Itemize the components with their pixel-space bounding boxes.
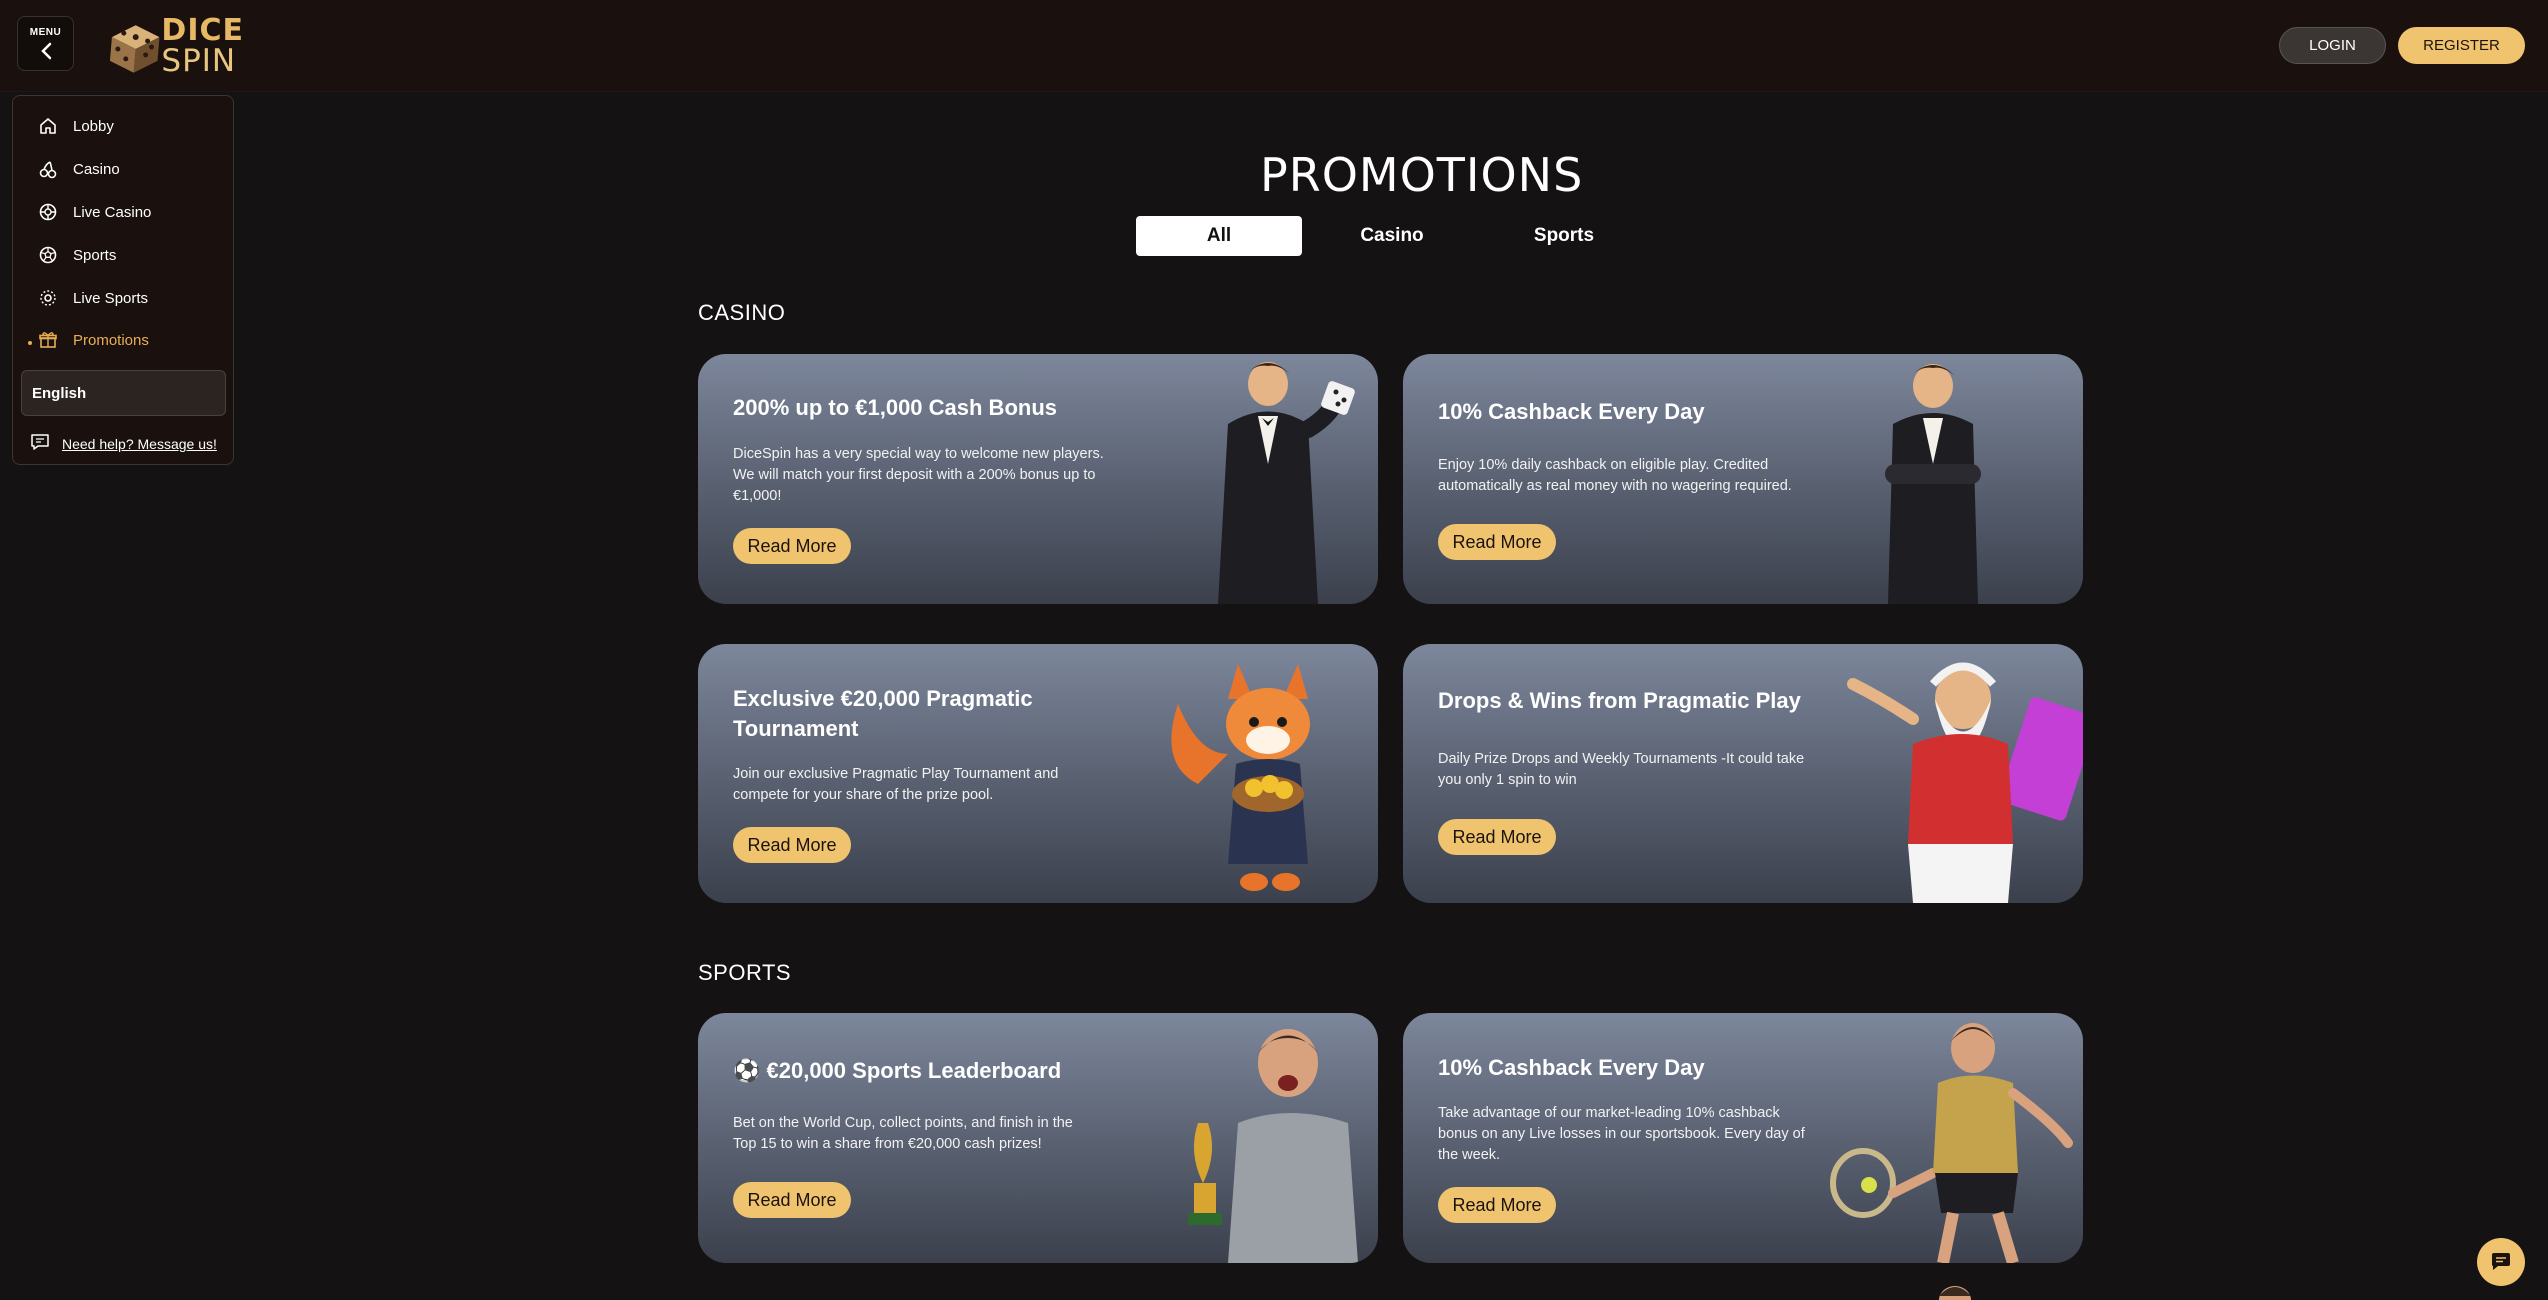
- menu-toggle-button[interactable]: MENU: [17, 16, 74, 71]
- read-more-button[interactable]: Read More: [1438, 819, 1556, 855]
- mascot-gentleman-arms-crossed-image: [1885, 364, 1981, 604]
- sidebar-item-live-casino[interactable]: Live Casino: [37, 196, 151, 228]
- cherries-icon: [37, 158, 59, 180]
- sidebar-item-casino[interactable]: Casino: [37, 153, 120, 185]
- promo-card: 10% Cashback Every Day Take advantage of…: [1403, 1013, 2083, 1263]
- tab-all[interactable]: All: [1136, 216, 1302, 256]
- chevron-left-icon: [40, 42, 51, 60]
- gift-icon: [37, 329, 59, 351]
- promo-description: DiceSpin has a very special way to welco…: [733, 446, 1104, 504]
- fox-mascot-gold-eggs-image: [1171, 664, 1310, 891]
- page-title: PROMOTIONS: [1260, 148, 1584, 202]
- language-select[interactable]: English: [21, 370, 226, 416]
- read-more-button[interactable]: Read More: [733, 1182, 851, 1218]
- promo-description: Join our exclusive Pragmatic Play Tourna…: [733, 766, 1059, 803]
- promo-title: Exclusive €20,000 Pragmatic Tournament: [733, 686, 1033, 741]
- promo-card: 200% up to €1,000 Cash Bonus DiceSpin ha…: [698, 354, 1378, 604]
- sidebar-menu: Lobby Casino Live Casino Sports Live Spo…: [12, 95, 234, 465]
- promo-description: Take advantage of our market-leading 10%…: [1438, 1105, 1805, 1163]
- active-indicator-dot: [28, 341, 32, 345]
- logo-text-spin: SPIN: [161, 42, 237, 79]
- section-title-casino: CASINO: [698, 300, 786, 325]
- promo-title: Drops & Wins from Pragmatic Play: [1438, 688, 1801, 713]
- promo-description: Daily Prize Drops and Weekly Tournaments…: [1438, 751, 1805, 788]
- menu-label: MENU: [29, 27, 62, 38]
- promo-title: 200% up to €1,000 Cash Bonus: [733, 395, 1057, 420]
- read-more-button[interactable]: Read More: [733, 528, 851, 564]
- tab-sports[interactable]: Sports: [1481, 216, 1647, 256]
- promo-title: 10% Cashback Every Day: [1438, 1055, 1705, 1080]
- register-button[interactable]: REGISTER: [2398, 27, 2525, 64]
- next-card-peek-image: [1939, 1286, 1971, 1300]
- help-label: Need help? Message us!: [62, 436, 217, 452]
- home-icon: [37, 115, 59, 137]
- sidebar-item-label: Promotions: [73, 331, 149, 349]
- promo-description: Bet on the World Cup, collect points, an…: [733, 1115, 1073, 1152]
- zeus-mascot-image: [1847, 662, 2083, 903]
- read-more-button[interactable]: Read More: [1438, 1187, 1556, 1223]
- sidebar-item-promotions[interactable]: Promotions: [37, 324, 149, 356]
- login-button[interactable]: LOGIN: [2279, 27, 2386, 64]
- promo-card: Exclusive €20,000 Pragmatic Tournament J…: [698, 644, 1378, 903]
- football-fan-trophy-image: [1188, 1029, 1358, 1263]
- soccer-ball-icon: [37, 244, 59, 266]
- promo-card: ⚽ €20,000 Sports Leaderboard Bet on the …: [698, 1013, 1378, 1263]
- sidebar-item-label: Live Casino: [73, 203, 152, 221]
- promo-card: Drops & Wins from Pragmatic Play Daily P…: [1403, 644, 2083, 903]
- sidebar-item-label: Sports: [73, 246, 117, 264]
- promo-description: Enjoy 10% daily cashback on eligible pla…: [1438, 457, 1792, 494]
- sidebar-item-label: Casino: [73, 160, 120, 178]
- sidebar-item-lobby[interactable]: Lobby: [37, 110, 114, 142]
- tab-casino[interactable]: Casino: [1309, 216, 1475, 256]
- tennis-player-mascot-image: [1830, 1023, 2073, 1263]
- sidebar-item-label: Live Sports: [73, 289, 149, 307]
- top-header: MENU DICE SPIN LOGIN REGISTER: [0, 0, 2548, 92]
- promo-title: ⚽ €20,000 Sports Leaderboard: [733, 1058, 1062, 1083]
- live-signal-icon: [37, 287, 59, 309]
- live-chat-button[interactable]: [2477, 1238, 2525, 1286]
- sidebar-item-live-sports[interactable]: Live Sports: [37, 282, 148, 314]
- chat-bubble-icon: [30, 433, 50, 456]
- mascot-gentleman-dice-image: [1218, 362, 1355, 604]
- promo-title: 10% Cashback Every Day: [1438, 399, 1705, 424]
- section-title-sports: SPORTS: [698, 960, 792, 985]
- promo-card: 10% Cashback Every Day Enjoy 10% daily c…: [1403, 354, 2083, 604]
- logo-text-dice: DICE: [161, 12, 244, 48]
- dicespin-logo[interactable]: DICE SPIN: [104, 12, 244, 79]
- read-more-button[interactable]: Read More: [1438, 524, 1556, 560]
- sidebar-item-label: Lobby: [73, 117, 114, 135]
- read-more-button[interactable]: Read More: [733, 827, 851, 863]
- dice-logo-icon: [109, 25, 160, 73]
- help-message-link[interactable]: Need help? Message us!: [30, 429, 217, 459]
- sidebar-item-sports[interactable]: Sports: [37, 239, 116, 271]
- chat-icon: [2492, 1253, 2510, 1270]
- promo-tabs: All Casino Sports: [1136, 216, 1648, 256]
- roulette-icon: [37, 201, 59, 223]
